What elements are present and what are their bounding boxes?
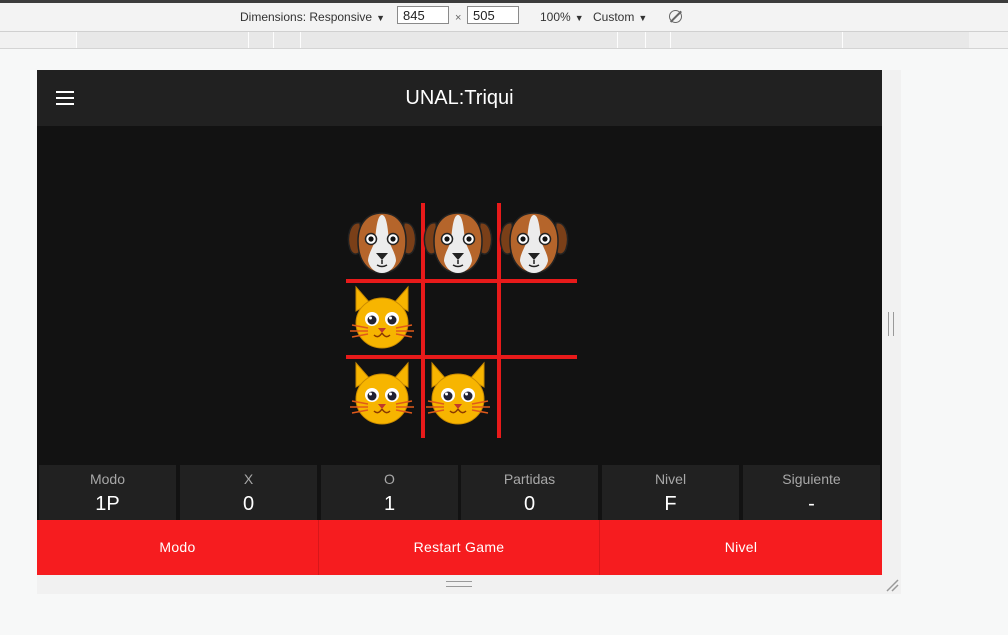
stats-bar: Modo 1P X 0 O 1 Partidas 0 Nivel F Sigui… — [37, 465, 882, 520]
restart-game-button[interactable]: Restart Game — [319, 520, 599, 575]
chevron-down-icon: ▼ — [574, 13, 584, 23]
stat-value: 0 — [242, 493, 255, 515]
dog-icon[interactable] — [420, 203, 496, 279]
game-board — [344, 203, 579, 439]
stat-value: - — [808, 493, 815, 515]
resize-handle-corner[interactable] — [885, 578, 899, 592]
throttle-label: Custom — [593, 10, 635, 24]
zoom-dropdown[interactable]: 100% ▼ — [540, 10, 584, 24]
stat-label: Nivel — [654, 471, 687, 487]
devtools-device-toolbar: Dimensions: Responsive ▼ 845 × 505 100% ▼ … — [0, 3, 1008, 32]
empty-cell[interactable] — [420, 279, 496, 355]
nivel-button[interactable]: Nivel — [600, 520, 882, 575]
stat-partidas: Partidas 0 — [461, 465, 598, 520]
stat-label: Modo — [89, 471, 126, 487]
stat-label: O — [384, 471, 395, 487]
throttle-dropdown[interactable]: Custom ▼ — [593, 10, 647, 24]
rotate-icon[interactable] — [669, 10, 682, 23]
stat-siguiente: Siguiente - — [743, 465, 880, 520]
dog-icon[interactable] — [344, 203, 420, 279]
zoom-label: 100% — [540, 10, 571, 24]
stat-label: Siguiente — [782, 471, 841, 487]
dimensions-dropdown[interactable]: Dimensions: Responsive ▼ — [240, 10, 385, 24]
stat-modo: Modo 1P — [39, 465, 176, 520]
stat-value: 1 — [383, 493, 396, 515]
stat-x-wins: X 0 — [180, 465, 317, 520]
action-bar: Modo Restart Game Nivel — [37, 520, 882, 575]
stat-o-wins: O 1 — [321, 465, 458, 520]
dimensions-label: Dimensions: Responsive — [240, 10, 373, 24]
stat-value: F — [664, 493, 677, 515]
chevron-down-icon: ▼ — [638, 13, 648, 23]
app-viewport: UNAL:Triqui Modo 1P X 0 O 1 Partidas 0 N… — [37, 70, 882, 575]
stat-value: 0 — [523, 493, 536, 515]
cat-icon[interactable] — [420, 355, 496, 431]
media-query-ruler[interactable] — [0, 32, 1008, 49]
empty-cell[interactable] — [496, 279, 572, 355]
app-bar: UNAL:Triqui — [37, 70, 882, 126]
resize-handle-bottom[interactable] — [446, 581, 472, 587]
cat-icon[interactable] — [344, 279, 420, 355]
resize-handle-right[interactable] — [888, 312, 894, 336]
width-input[interactable]: 845 — [397, 6, 449, 24]
stat-label: Partidas — [503, 471, 556, 487]
times-separator: × — [455, 12, 462, 24]
stat-nivel: Nivel F — [602, 465, 739, 520]
stat-value: 1P — [95, 493, 120, 515]
app-title: UNAL:Triqui — [405, 87, 514, 109]
modo-button[interactable]: Modo — [37, 520, 318, 575]
chevron-down-icon: ▼ — [376, 13, 385, 23]
stat-label: X — [243, 471, 254, 487]
cat-icon[interactable] — [344, 355, 420, 431]
height-input[interactable]: 505 — [467, 6, 519, 24]
dog-icon[interactable] — [496, 203, 572, 279]
empty-cell[interactable] — [496, 355, 572, 431]
